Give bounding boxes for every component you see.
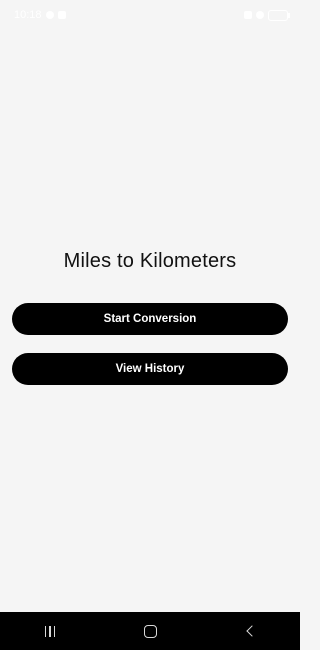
signal-icon <box>256 11 264 19</box>
recent-apps-button[interactable] <box>30 616 70 646</box>
view-history-button[interactable]: View History <box>12 353 288 385</box>
status-right <box>244 9 290 21</box>
start-conversion-button[interactable]: Start Conversion <box>12 303 288 335</box>
navigation-bar <box>0 612 300 650</box>
home-icon <box>143 624 157 638</box>
back-icon <box>246 625 258 637</box>
page-title: Miles to Kilometers <box>63 250 237 272</box>
status-time: 10:18 <box>14 9 42 21</box>
notification-icon <box>45 11 54 19</box>
home-button[interactable] <box>130 616 170 646</box>
back-button[interactable] <box>230 616 270 646</box>
battery-icon <box>268 9 290 21</box>
status-left: 10:18 <box>14 9 66 21</box>
notification-icon <box>57 11 66 19</box>
wifi-icon <box>244 11 252 19</box>
status-bar: 10:18 <box>0 0 300 30</box>
recent-apps-icon <box>44 625 56 637</box>
